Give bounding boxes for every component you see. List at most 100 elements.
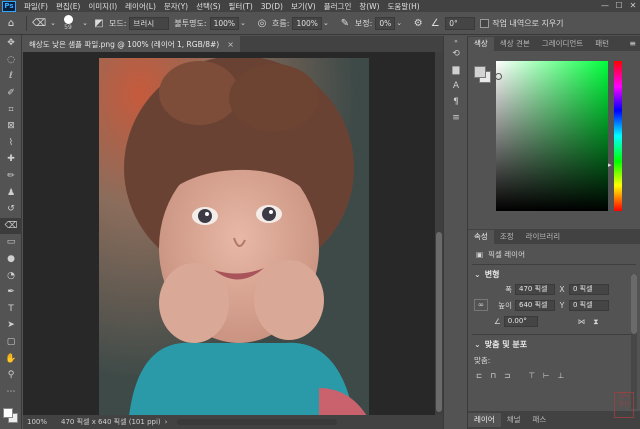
menu-edit[interactable]: 편집(E)	[52, 1, 84, 12]
menu-help[interactable]: 도움말(H)	[384, 1, 424, 12]
character-icon[interactable]: A	[444, 78, 468, 94]
menu-window[interactable]: 창(W)	[355, 1, 383, 12]
eraser-tool-icon[interactable]: ⌫	[0, 217, 22, 235]
paragraph-icon[interactable]: ¶	[444, 94, 468, 110]
menu-3d[interactable]: 3D(D)	[257, 2, 287, 11]
healing-tool-icon[interactable]: ✚	[0, 151, 22, 168]
menu-file[interactable]: 파일(F)	[20, 1, 52, 12]
tab-gradients[interactable]: 그레이디언트	[536, 37, 589, 51]
chevron-down-icon[interactable]: ⌄	[322, 16, 330, 30]
panel-foreground-swatch[interactable]	[474, 66, 486, 78]
menu-filter[interactable]: 필터(T)	[225, 1, 257, 12]
blur-tool-icon[interactable]: ●	[0, 251, 22, 268]
close-window-button[interactable]: ✕	[626, 0, 640, 12]
maximize-button[interactable]: ☐	[612, 0, 626, 12]
brush-preset-picker[interactable]: 59	[60, 15, 76, 31]
width-field[interactable]: 470 픽셀	[515, 284, 555, 295]
align-right-icon[interactable]: ⊐	[504, 371, 510, 380]
flow-field[interactable]: 100%	[292, 16, 322, 30]
minimize-button[interactable]: —	[598, 0, 612, 12]
tab-properties[interactable]: 속성	[468, 230, 494, 244]
lasso-tool-icon[interactable]: ℓ	[0, 68, 22, 85]
tab-channels[interactable]: 채널	[501, 413, 527, 427]
link-icon[interactable]: ∞	[474, 299, 488, 311]
move-tool-icon[interactable]: ✥	[0, 35, 22, 52]
vertical-scrollbar[interactable]	[435, 52, 443, 415]
chevron-down-icon[interactable]: ⌄	[81, 16, 89, 30]
align-header[interactable]: ⌄ 맞춤 및 분포	[468, 335, 640, 350]
pressure-opacity-icon[interactable]: ◎	[255, 16, 269, 30]
x-field[interactable]: 0 픽셀	[569, 284, 609, 295]
brush-settings-icon[interactable]: ◩	[92, 16, 106, 30]
menu-layer[interactable]: 레이어(L)	[121, 1, 160, 12]
type-tool-icon[interactable]: T	[0, 301, 22, 318]
angle-field[interactable]: 0°	[445, 16, 476, 30]
scrollbar-thumb[interactable]	[436, 232, 442, 412]
close-document-icon[interactable]: ×	[227, 40, 234, 49]
history-icon[interactable]: ⟲	[444, 46, 468, 62]
adjust-sliders-icon[interactable]: ≡	[444, 110, 468, 126]
align-vcenter-icon[interactable]: ⊢	[543, 371, 550, 380]
align-bottom-icon[interactable]: ⊥	[558, 371, 565, 380]
tab-paths[interactable]: 패스	[527, 413, 553, 427]
tab-libraries[interactable]: 라이브러리	[520, 230, 567, 244]
path-select-tool-icon[interactable]: ➤	[0, 317, 22, 334]
align-left-icon[interactable]: ⊏	[476, 371, 482, 380]
scrollbar-thumb[interactable]	[631, 274, 637, 334]
menu-plugins[interactable]: 플러그인	[320, 1, 356, 12]
saturation-value-field[interactable]	[495, 61, 608, 211]
properties-scrollbar[interactable]	[631, 274, 637, 409]
canvas-area[interactable]	[23, 52, 435, 415]
horizontal-scrollbar[interactable]	[177, 419, 338, 425]
tab-patterns[interactable]: 패턴	[589, 37, 615, 51]
align-hcenter-icon[interactable]: ⊓	[490, 371, 496, 380]
smoothing-field[interactable]: 0%	[375, 16, 396, 30]
foreground-color-swatch[interactable]	[3, 408, 13, 418]
align-top-icon[interactable]: ⊤	[528, 371, 535, 380]
pen-tool-icon[interactable]: ✒	[0, 284, 22, 301]
panel-menu-icon[interactable]: ≡	[629, 37, 640, 51]
document-image[interactable]	[99, 58, 369, 415]
home-icon[interactable]: ⌂	[4, 16, 18, 30]
tab-color[interactable]: 색상	[468, 37, 494, 51]
more-tools-icon[interactable]: ⋯	[0, 383, 22, 400]
opacity-field[interactable]: 100%	[209, 16, 240, 30]
chevron-down-icon[interactable]: ⌄	[49, 16, 57, 30]
tab-adjustments[interactable]: 조정	[494, 230, 520, 244]
eyedropper-tool-icon[interactable]: ⌇	[0, 135, 22, 152]
document-tab[interactable]: 해상도 낮은 샘플 파일.png @ 100% (레이어 1, RGB/8#) …	[23, 36, 240, 52]
history-brush-tool-icon[interactable]: ↺	[0, 201, 22, 218]
eraser-preset-icon[interactable]: ⌫	[32, 16, 46, 30]
comments-icon[interactable]: ▆	[444, 62, 468, 78]
chevron-down-icon[interactable]: ⌄	[239, 16, 247, 30]
hue-marker-icon[interactable]: ▸	[608, 161, 612, 169]
zoom-level[interactable]: 100%	[23, 418, 53, 426]
transform-header[interactable]: ⌄ 변형	[468, 265, 640, 280]
history-erase-checkbox[interactable]	[480, 18, 490, 28]
brush-tool-icon[interactable]: ✏	[0, 168, 22, 185]
hand-tool-icon[interactable]: ✋	[0, 350, 22, 367]
marquee-tool-icon[interactable]: ◌	[0, 52, 22, 69]
crop-tool-icon[interactable]: ⌗	[0, 101, 22, 118]
y-field[interactable]: 0 픽셀	[569, 299, 609, 311]
tab-layers[interactable]: 레이어	[468, 413, 501, 427]
gear-icon[interactable]: ⚙	[411, 16, 425, 30]
menu-type[interactable]: 문자(Y)	[160, 1, 192, 12]
quick-select-tool-icon[interactable]: ✐	[0, 85, 22, 102]
gradient-tool-icon[interactable]: ▭	[0, 234, 22, 251]
frame-tool-icon[interactable]: ⊠	[0, 118, 22, 135]
height-field[interactable]: 640 픽셀	[515, 299, 555, 311]
status-menu-arrow[interactable]: ›	[165, 418, 168, 426]
flip-horizontal-icon[interactable]: ⋈	[578, 317, 586, 326]
menu-select[interactable]: 선택(S)	[192, 1, 224, 12]
airbrush-icon[interactable]: ✎	[338, 16, 352, 30]
collapse-arrows-icon[interactable]: «	[444, 36, 468, 46]
zoom-tool-icon[interactable]: ⚲	[0, 367, 22, 384]
clone-stamp-tool-icon[interactable]: ♟	[0, 184, 22, 201]
menu-view[interactable]: 보기(V)	[287, 1, 320, 12]
flip-vertical-icon[interactable]: ⧗	[593, 317, 598, 327]
rotation-field[interactable]: 0.00°	[503, 316, 538, 327]
rectangle-tool-icon[interactable]: ▢	[0, 334, 22, 351]
tab-swatches[interactable]: 색상 견본	[494, 37, 536, 51]
mode-select[interactable]: 브러시	[129, 16, 170, 30]
